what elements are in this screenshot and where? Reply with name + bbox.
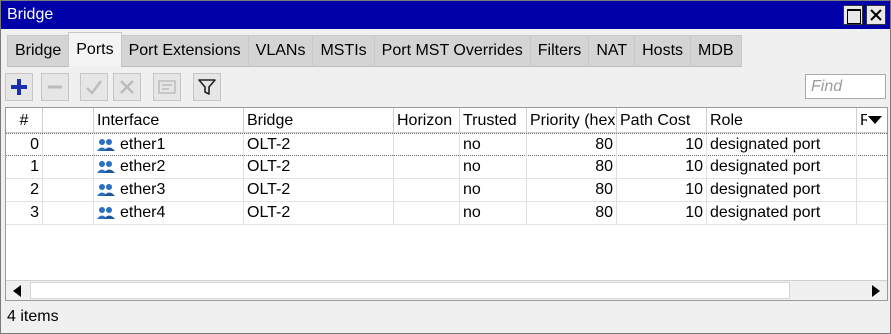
tab-mdb[interactable]: MDB bbox=[690, 35, 742, 67]
table-row[interactable]: 3 ether4 OLT-2 no 80 10 designated port bbox=[6, 202, 887, 225]
cell-bridge: OLT-2 bbox=[244, 202, 394, 224]
cell-number: 1 bbox=[6, 156, 43, 178]
interface-name: ether2 bbox=[120, 158, 166, 175]
cell-bridge: OLT-2 bbox=[244, 156, 394, 178]
tab-nat[interactable]: NAT bbox=[588, 35, 636, 67]
col-header-bridge[interactable]: Bridge bbox=[244, 108, 394, 133]
ports-table: # Interface Bridge Horizon Trusted Prior… bbox=[5, 107, 888, 301]
cell-role: designated port bbox=[707, 156, 857, 178]
interface-icon bbox=[97, 207, 115, 219]
cell-horizon bbox=[394, 156, 460, 178]
comment-icon bbox=[158, 80, 176, 94]
cell-horizon bbox=[394, 202, 460, 224]
interface-icon bbox=[97, 184, 115, 196]
tab-hosts[interactable]: Hosts bbox=[634, 35, 692, 67]
tab-mstis[interactable]: MSTIs bbox=[312, 35, 375, 67]
col-header-role[interactable]: Role bbox=[707, 108, 857, 133]
column-menu-icon[interactable] bbox=[867, 112, 883, 128]
remove-icon bbox=[48, 85, 62, 89]
cell-flags bbox=[43, 202, 94, 224]
cell-path-cost: 10 bbox=[617, 179, 707, 201]
cell-priority: 80 bbox=[527, 202, 617, 224]
cell-interface: ether4 bbox=[94, 202, 244, 224]
cell-horizon bbox=[394, 179, 460, 201]
scroll-right-icon[interactable] bbox=[870, 284, 882, 298]
item-count: 4 items bbox=[7, 308, 59, 325]
tab-ports[interactable]: Ports bbox=[68, 32, 122, 65]
tab-port-mst-overrides[interactable]: Port MST Overrides bbox=[373, 35, 531, 67]
cell-number: 0 bbox=[6, 134, 43, 156]
cell-interface: ether2 bbox=[94, 156, 244, 178]
col-header-number[interactable]: # bbox=[6, 108, 43, 133]
table-row[interactable]: 1 ether2 OLT-2 no 80 10 designated port bbox=[6, 156, 887, 179]
horizontal-scrollbar[interactable] bbox=[6, 280, 887, 300]
maximize-button[interactable] bbox=[843, 5, 863, 25]
add-button[interactable] bbox=[5, 73, 33, 101]
cell-trusted: no bbox=[460, 179, 527, 201]
cell-priority: 80 bbox=[527, 156, 617, 178]
cell-flags bbox=[43, 156, 94, 178]
interface-icon bbox=[97, 161, 115, 173]
interface-name: ether3 bbox=[120, 181, 166, 198]
scroll-left-icon[interactable] bbox=[11, 284, 23, 298]
tab-port-extensions[interactable]: Port Extensions bbox=[120, 35, 249, 67]
cell-number: 3 bbox=[6, 202, 43, 224]
cell-role: designated port bbox=[707, 134, 857, 156]
col-header-flags[interactable] bbox=[43, 108, 94, 133]
table-header: # Interface Bridge Horizon Trusted Prior… bbox=[6, 108, 887, 133]
cell-role: designated port bbox=[707, 202, 857, 224]
remove-button[interactable] bbox=[41, 73, 69, 101]
filter-button[interactable] bbox=[193, 73, 221, 101]
cell-bridge: OLT-2 bbox=[244, 179, 394, 201]
cell-path-cost: 10 bbox=[617, 156, 707, 178]
close-icon bbox=[870, 9, 882, 21]
interface-name: ether4 bbox=[120, 204, 166, 221]
tab-bridge[interactable]: Bridge bbox=[7, 35, 70, 67]
find-input[interactable]: Find bbox=[805, 74, 886, 99]
col-header-path-cost[interactable]: Path Cost bbox=[617, 108, 707, 133]
cell-number: 2 bbox=[6, 179, 43, 201]
cell-priority: 80 bbox=[527, 179, 617, 201]
col-header-truncated[interactable]: R bbox=[857, 108, 867, 133]
cell-flags bbox=[43, 134, 94, 156]
cell-flags bbox=[43, 179, 94, 201]
cell-interface: ether3 bbox=[94, 179, 244, 201]
disable-button[interactable] bbox=[113, 73, 141, 101]
cell-path-cost: 10 bbox=[617, 134, 707, 156]
table-row[interactable]: 2 ether3 OLT-2 no 80 10 designated port bbox=[6, 179, 887, 202]
cell-trusted: no bbox=[460, 202, 527, 224]
title-bar[interactable]: Bridge bbox=[1, 1, 890, 29]
toolbar: Find bbox=[1, 71, 890, 105]
col-header-priority[interactable]: Priority (hex) bbox=[527, 108, 617, 133]
cell-trusted: no bbox=[460, 134, 527, 156]
scrollbar-thumb[interactable] bbox=[30, 282, 790, 299]
add-icon bbox=[11, 79, 27, 95]
disable-icon bbox=[120, 80, 134, 94]
enable-icon bbox=[86, 80, 102, 95]
cell-role: designated port bbox=[707, 179, 857, 201]
tab-vlans[interactable]: VLANs bbox=[247, 35, 314, 67]
enable-button[interactable] bbox=[80, 73, 108, 101]
interface-name: ether1 bbox=[120, 136, 166, 153]
cell-trusted: no bbox=[460, 156, 527, 178]
cell-path-cost: 10 bbox=[617, 202, 707, 224]
tab-bar: Bridge Ports Port Extensions VLANs MSTIs… bbox=[7, 32, 742, 67]
window-title: Bridge bbox=[7, 6, 54, 23]
col-header-interface[interactable]: Interface bbox=[94, 108, 244, 133]
comment-button[interactable] bbox=[153, 73, 181, 101]
bridge-window: Bridge Bridge Ports Port Extensions VLAN… bbox=[0, 0, 891, 334]
tab-filters[interactable]: Filters bbox=[529, 35, 590, 67]
interface-icon bbox=[97, 139, 115, 151]
table-row[interactable]: 0 ether1 OLT-2 no 80 10 designated port bbox=[6, 133, 887, 156]
close-button[interactable] bbox=[866, 5, 886, 25]
cell-bridge: OLT-2 bbox=[244, 134, 394, 156]
cell-interface: ether1 bbox=[94, 134, 244, 156]
cell-horizon bbox=[394, 134, 460, 156]
cell-priority: 80 bbox=[527, 134, 617, 156]
status-bar: 4 items bbox=[1, 301, 890, 333]
filter-icon bbox=[198, 79, 216, 95]
col-header-trusted[interactable]: Trusted bbox=[460, 108, 527, 133]
col-header-horizon[interactable]: Horizon bbox=[394, 108, 460, 133]
